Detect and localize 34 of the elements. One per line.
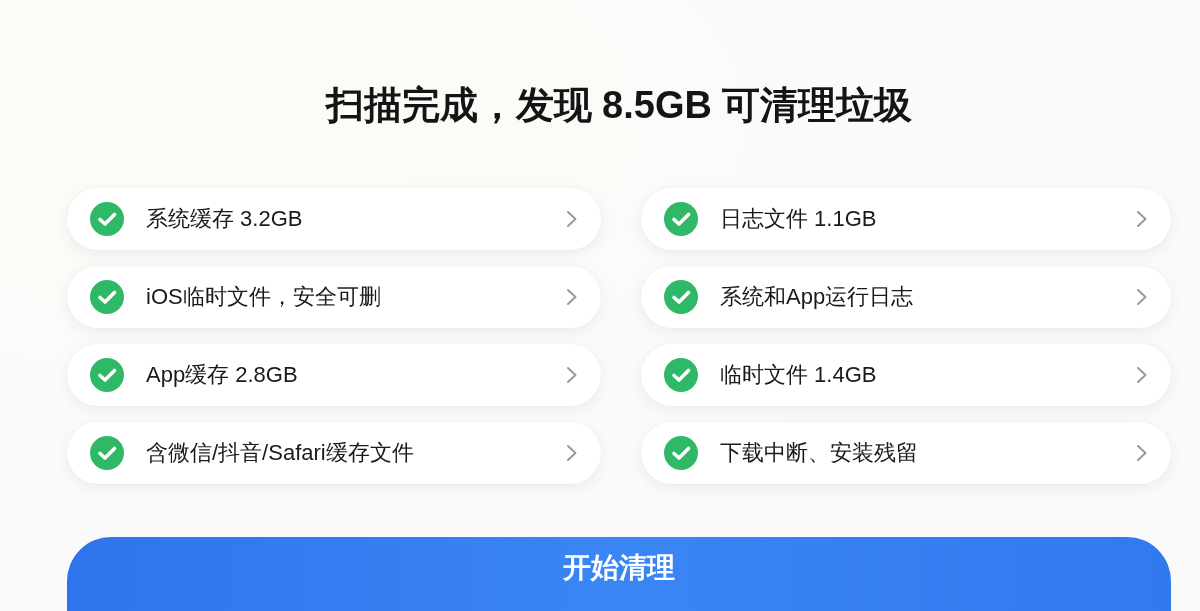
check-icon[interactable] (664, 202, 698, 236)
check-icon[interactable] (90, 202, 124, 236)
category-label: 日志文件 1.1GB (720, 205, 878, 233)
category-label: 下载中断、安装残留 (720, 439, 919, 467)
chevron-right-icon (566, 366, 578, 384)
category-label: 系统和App运行日志 (720, 283, 915, 311)
category-label: App缓存 2.8GB (146, 361, 299, 389)
junk-category-card[interactable]: App缓存 2.8GB (67, 344, 601, 406)
check-icon[interactable] (90, 280, 124, 314)
junk-category-card[interactable]: iOS临时文件，安全可删 (67, 266, 601, 328)
check-icon[interactable] (90, 358, 124, 392)
start-cleaning-button[interactable]: 开始清理 (67, 537, 1171, 611)
chevron-right-icon (566, 444, 578, 462)
category-label: 含微信/抖音/Safari缓存文件 (146, 439, 415, 467)
junk-category-card[interactable]: 日志文件 1.1GB (641, 188, 1171, 250)
category-label: 临时文件 1.4GB (720, 361, 878, 389)
chevron-right-icon (1136, 210, 1148, 228)
chevron-right-icon (1136, 288, 1148, 306)
chevron-right-icon (566, 288, 578, 306)
check-icon[interactable] (664, 280, 698, 314)
junk-category-card[interactable]: 含微信/抖音/Safari缓存文件 (67, 422, 601, 484)
junk-category-card[interactable]: 下载中断、安装残留 (641, 422, 1171, 484)
check-icon[interactable] (664, 436, 698, 470)
check-icon[interactable] (90, 436, 124, 470)
chevron-right-icon (1136, 444, 1148, 462)
page-title: 扫描完成，发现 8.5GB 可清理垃圾 (324, 83, 914, 128)
check-icon[interactable] (664, 358, 698, 392)
junk-category-card[interactable]: 系统和App运行日志 (641, 266, 1171, 328)
chevron-right-icon (1136, 366, 1148, 384)
category-label: 系统缓存 3.2GB (146, 205, 304, 233)
junk-category-card[interactable]: 系统缓存 3.2GB (67, 188, 601, 250)
junk-category-card[interactable]: 临时文件 1.4GB (641, 344, 1171, 406)
chevron-right-icon (566, 210, 578, 228)
category-label: iOS临时文件，安全可删 (146, 283, 382, 311)
